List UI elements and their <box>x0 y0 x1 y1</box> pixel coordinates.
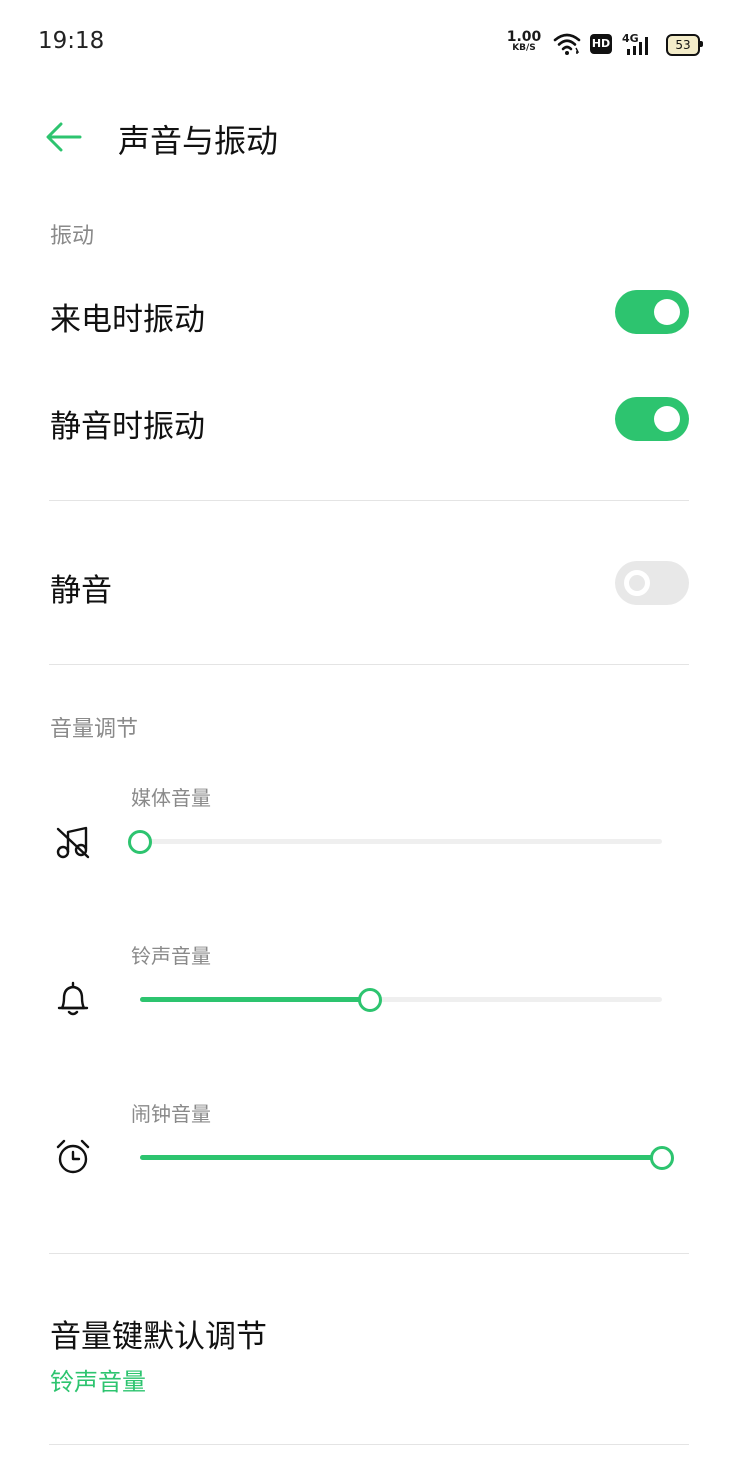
back-arrow-icon[interactable] <box>44 120 84 154</box>
volume-key-setting-title[interactable]: 音量键默认调节 <box>50 1311 267 1356</box>
media-volume-label: 媒体音量 <box>131 786 211 810</box>
toggle-knob <box>654 299 680 325</box>
ring-vibrate-toggle[interactable] <box>615 290 689 334</box>
network-speed: 1.00 KB/S <box>504 30 544 53</box>
alarm-volume-label: 闹钟音量 <box>131 1102 211 1126</box>
battery-icon: 53 <box>666 34 700 56</box>
page-title: 声音与振动 <box>118 122 279 160</box>
ring-volume-slider[interactable] <box>140 997 662 1002</box>
media-volume-thumb[interactable] <box>128 830 152 854</box>
divider <box>49 1444 689 1445</box>
section-title-vibration: 振动 <box>50 224 95 249</box>
alarm-volume-thumb[interactable] <box>650 1146 674 1170</box>
silent-vibrate-toggle[interactable] <box>615 397 689 441</box>
status-time: 19:18 <box>38 28 105 54</box>
media-volume-slider[interactable] <box>140 839 662 844</box>
alarm-clock-icon <box>56 1139 90 1174</box>
wifi-icon <box>553 33 581 55</box>
toggle-knob <box>654 406 680 432</box>
signal-icon <box>627 37 648 55</box>
network-speed-unit: KB/S <box>512 43 536 53</box>
ring-volume-label: 铃声音量 <box>131 944 211 968</box>
battery-tip <box>700 41 703 47</box>
bell-icon <box>57 981 89 1016</box>
mute-label: 静音 <box>50 573 112 609</box>
divider <box>49 500 689 501</box>
divider <box>49 664 689 665</box>
divider <box>49 1253 689 1254</box>
section-title-volume: 音量调节 <box>50 717 139 742</box>
silent-vibrate-label: 静音时振动 <box>50 409 205 445</box>
alarm-volume-slider[interactable] <box>140 1155 662 1160</box>
music-muted-icon <box>56 826 90 859</box>
hd-icon: HD <box>590 34 612 54</box>
slider-fill <box>140 1155 662 1160</box>
slider-fill <box>140 997 370 1002</box>
ring-volume-thumb[interactable] <box>357 988 382 1012</box>
toggle-knob <box>624 570 650 596</box>
ring-vibrate-label: 来电时振动 <box>50 302 205 338</box>
network-speed-value: 1.00 <box>506 29 542 45</box>
volume-key-setting-value: 铃声音量 <box>50 1368 146 1396</box>
mute-toggle[interactable] <box>615 561 689 605</box>
